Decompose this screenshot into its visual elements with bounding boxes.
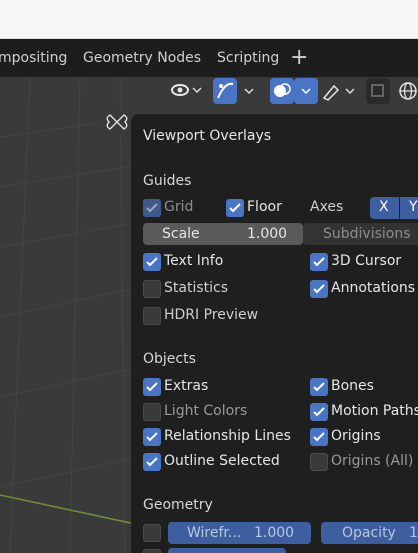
panel-title: Viewport Overlays [143,128,272,144]
text-info-label: Text Info [164,253,224,269]
extras-label: Extras [164,378,209,394]
gizmo-toggle[interactable] [213,78,237,104]
floor-checkbox[interactable] [226,199,244,217]
wireframe-label: Wirefr... [187,525,242,541]
tab-geometry-nodes[interactable]: Geometry Nodes [83,50,201,66]
visibility-dropdown[interactable] [165,78,205,104]
next-field[interactable] [168,548,286,553]
xray-toggle[interactable] [366,78,390,104]
wireframe-value: 1.000 [254,525,295,541]
tab-scripting[interactable]: Scripting [217,50,279,66]
opacity-field[interactable]: Opacity 1 [321,522,418,544]
relationship-lines-checkbox[interactable] [143,428,161,446]
axis-y-toggle[interactable]: Y [400,197,418,219]
opacity-value: 1 [409,525,418,541]
subdivisions-label: Subdivisions [323,226,411,242]
next-checkbox[interactable] [143,549,161,553]
eye-icon [171,84,202,96]
objects-heading: Objects [143,351,196,367]
globe-icon [399,82,417,100]
floor-label: Floor [247,199,282,215]
subdivisions-field[interactable]: Subdivisions [303,223,418,245]
motion-paths-checkbox[interactable] [310,403,328,421]
overlays-icon [274,83,291,97]
xray-dropdown[interactable] [320,78,358,104]
origins-label: Origins [331,428,381,444]
overlays-toggle[interactable] [270,78,294,104]
chevron-down-icon [244,88,254,95]
guides-heading: Guides [143,173,192,189]
motion-paths-label: Motion Paths [331,403,418,419]
axis-x-label: X [379,199,389,215]
workspace-tab-bar: mpositing Geometry Nodes Scripting + [0,39,418,77]
scale-label: Scale [162,226,200,242]
bones-label: Bones [331,378,374,394]
axis-y-label: Y [409,199,418,215]
origins-all-label: Origins (All) [331,453,414,469]
xray-icon [371,84,384,97]
overlays-dropdown[interactable] [294,78,318,104]
statistics-label: Statistics [164,280,228,296]
origins-all-checkbox[interactable] [310,453,328,471]
light-colors-checkbox[interactable] [143,403,161,421]
grid-checkbox[interactable] [143,199,161,217]
wireframe-field[interactable]: Wirefr... 1.000 [168,522,311,544]
add-workspace-button[interactable]: + [290,45,308,70]
hdri-preview-checkbox[interactable] [143,307,161,325]
extras-checkbox[interactable] [143,378,161,396]
scale-value: 1.000 [247,226,288,242]
opacity-label: Opacity [342,525,396,541]
statistics-checkbox[interactable] [143,280,161,298]
annotations-label: Annotations [331,280,416,296]
hdri-preview-label: HDRI Preview [164,307,259,323]
cursor3d-label: 3D Cursor [331,253,402,269]
butterfly-icon [106,114,128,130]
text-info-checkbox[interactable] [143,253,161,271]
gizmo-icon [217,82,234,99]
pen-icon [322,84,355,101]
chevron-down-icon [301,88,311,95]
shading-wireframe-button[interactable] [396,78,418,104]
gizmo-dropdown[interactable] [237,78,261,104]
geometry-heading: Geometry [143,497,213,513]
cursor3d-checkbox[interactable] [310,253,328,271]
relationship-lines-label: Relationship Lines [164,428,291,444]
top-bar [0,0,418,39]
outline-selected-checkbox[interactable] [143,453,161,471]
annotations-checkbox[interactable] [310,280,328,298]
grid-label: Grid [164,199,194,215]
bones-checkbox[interactable] [310,378,328,396]
scale-field[interactable]: Scale 1.000 [143,223,303,245]
tab-compositing[interactable]: mpositing [0,50,67,66]
outline-selected-label: Outline Selected [164,453,280,469]
wireframe-checkbox[interactable] [143,524,161,542]
axis-x-toggle[interactable]: X [370,197,399,219]
axes-label: Axes [310,199,344,215]
origins-checkbox[interactable] [310,428,328,446]
light-colors-label: Light Colors [164,403,248,419]
object-types-button[interactable] [101,109,131,135]
